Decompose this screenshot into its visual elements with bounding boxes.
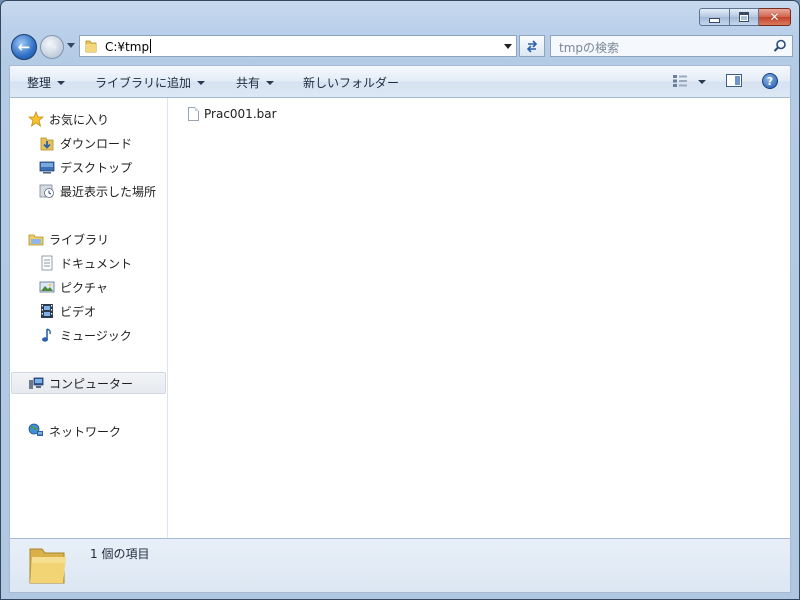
sidebar-item-label: ダウンロード [60,136,133,151]
sidebar-item-label: コンピューター [49,376,134,391]
videos-icon [39,303,55,319]
music-icon [39,327,55,343]
search-placeholder: tmpの検索 [559,41,620,55]
recent-pages-dropdown[interactable] [67,43,75,48]
sidebar-item-downloads[interactable]: ダウンロード [39,132,132,154]
star-icon [28,111,44,127]
share-label: 共有 [236,76,261,90]
help-icon[interactable]: ? [762,73,778,89]
refresh-icon [526,40,538,53]
sidebar-item-label: デスクトップ [60,160,133,175]
address-path-text: C:¥tmp [105,40,150,54]
sidebar-item-label: 最近表示した場所 [60,184,157,199]
navigation-bar: ← → C:¥tmp tmpの検索 [9,34,793,60]
address-dropdown-arrow[interactable] [504,44,512,49]
sidebar-item-label: ビデオ [60,304,97,319]
chevron-down-icon [197,81,206,85]
sidebar-item-network[interactable]: ネットワーク [28,420,121,442]
add-to-library-menu[interactable]: ライブラリに追加 [95,74,206,91]
minimize-icon [709,17,720,23]
sidebar-item-label: お気に入り [49,112,110,127]
caption-buttons: ✕ [699,8,791,28]
view-options-icon[interactable] [672,74,688,88]
sidebar-item-label: ドキュメント [60,256,133,271]
view-dropdown-arrow[interactable] [698,80,706,84]
sidebar-item-label: ライブラリ [49,232,110,247]
computer-icon [28,375,44,391]
network-icon [28,423,44,439]
sidebar-item-label: ネットワーク [49,424,122,439]
file-icon [188,107,199,121]
chevron-down-icon [57,81,66,85]
sidebar-item-recent-places[interactable]: 最近表示した場所 [39,180,156,202]
new-folder-button[interactable]: 新しいフォルダー [303,74,399,91]
details-pane: 1 個の項目 [9,539,791,593]
sidebar-item-computer[interactable]: コンピューター [11,372,166,394]
back-arrow-icon: ← [17,38,31,56]
close-icon: ✕ [769,10,780,24]
recent-places-icon [39,183,55,199]
folder-icon [29,548,66,584]
organize-label: 整理 [27,76,52,90]
main-content: お気に入り ダウンロード デスクトップ 最近表示した場所 ライブラリ ドキュメン… [9,97,791,539]
organize-menu[interactable]: 整理 [27,74,66,91]
pictures-icon [39,279,55,295]
sidebar-item-music[interactable]: ミュージック [39,324,132,346]
maximize-button[interactable] [729,8,759,26]
libraries-icon [28,231,44,247]
file-name: Prac001.bar [204,107,277,121]
explorer-window: ✕ ← → C:¥tmp tmpの検索 整理 ライブラリに追加 共有 新しいフォ… [0,0,800,600]
navigation-pane: お気に入り ダウンロード デスクトップ 最近表示した場所 ライブラリ ドキュメン… [10,98,168,538]
sidebar-item-libraries[interactable]: ライブラリ [28,228,109,250]
refresh-button[interactable] [519,35,545,57]
sidebar-item-favorites[interactable]: お気に入り [28,108,109,130]
preview-pane-icon[interactable] [726,74,742,87]
new-folder-label: 新しいフォルダー [303,76,400,90]
forward-button[interactable]: → [40,35,64,59]
text-caret [150,39,152,53]
item-count: 1 個の項目 [90,547,150,561]
sidebar-item-videos[interactable]: ビデオ [39,300,96,322]
desktop-icon [39,159,55,175]
command-bar: 整理 ライブラリに追加 共有 新しいフォルダー ? [9,65,791,97]
sidebar-item-label: ミュージック [60,328,132,343]
folder-icon [85,40,97,53]
documents-icon [39,255,55,271]
address-bar[interactable]: C:¥tmp [79,35,517,57]
downloads-icon [39,135,55,151]
sidebar-item-documents[interactable]: ドキュメント [39,252,132,274]
file-list: Prac001.bar [168,98,790,538]
list-item[interactable]: Prac001.bar [188,107,277,121]
search-icon[interactable] [773,39,787,53]
sidebar-item-label: ピクチャ [60,280,108,295]
back-button[interactable]: ← [11,34,37,60]
forward-arrow-icon: → [46,39,58,55]
address-path: C:¥tmp [105,39,152,54]
search-box[interactable]: tmpの検索 [550,35,793,57]
chevron-down-icon [266,81,275,85]
close-button[interactable]: ✕ [759,8,791,26]
share-menu[interactable]: 共有 [236,74,275,91]
maximize-icon [739,12,749,22]
minimize-button[interactable] [699,8,729,26]
sidebar-item-pictures[interactable]: ピクチャ [39,276,108,298]
add-to-library-label: ライブラリに追加 [95,76,192,90]
sidebar-item-desktop[interactable]: デスクトップ [39,156,132,178]
